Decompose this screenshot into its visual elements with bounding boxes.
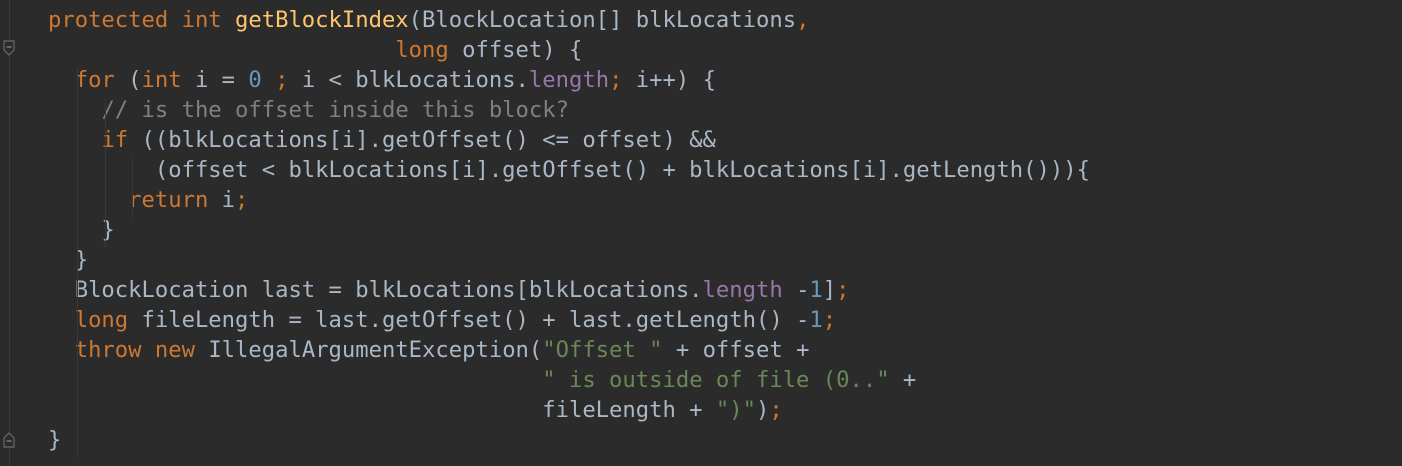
fold-end-icon[interactable]	[2, 432, 16, 448]
code-line-4: // is the offset inside this block?	[48, 95, 1090, 125]
code-token: ]	[822, 277, 837, 303]
code-line-5: if ((blkLocations[i].getOffset() <= offs…	[48, 125, 1090, 155]
code-token: -	[796, 277, 810, 303]
editor-gutter	[0, 0, 20, 466]
code-token: throw new	[74, 337, 209, 363]
code-area[interactable]: protected int getBlockIndex(BlockLocatio…	[48, 5, 1090, 455]
code-token: length	[528, 67, 610, 93]
code-token: 0	[248, 67, 276, 93]
code-token: ")"	[715, 397, 756, 423]
code-token: ;	[275, 67, 302, 93]
code-token: fileLength = last.getOffset() + last.get…	[141, 307, 810, 333]
fold-collapse-icon[interactable]	[2, 40, 16, 56]
indent-guide	[105, 98, 106, 248]
code-token: i++) {	[635, 67, 716, 93]
code-token: long	[74, 307, 142, 333]
code-token: long	[395, 37, 463, 63]
code-line-13: " is outside of file (0.." +	[48, 365, 1090, 395]
code-line-15: }	[48, 425, 1090, 455]
code-token: +	[902, 367, 917, 393]
code-line-8: }	[48, 215, 1090, 245]
code-token: if	[101, 127, 142, 153]
code-line-14: fileLength + ")");	[48, 395, 1090, 425]
code-line-7: return i;	[48, 185, 1090, 215]
code-line-6: (offset < blkLocations[i].getOffset() + …	[48, 155, 1090, 185]
code-editor[interactable]: protected int getBlockIndex(BlockLocatio…	[0, 0, 1402, 466]
code-line-1: protected int getBlockIndex(BlockLocatio…	[48, 5, 1090, 35]
code-token: fileLength +	[48, 397, 716, 423]
code-token: }	[48, 427, 62, 453]
code-line-2: long offset) {	[48, 35, 1090, 65]
code-line-11: long fileLength = last.getOffset() + las…	[48, 305, 1090, 335]
code-line-3: for (int i = 0 ; i < blkLocations.length…	[48, 65, 1090, 95]
code-line-12: throw new IllegalArgumentException("Offs…	[48, 335, 1090, 365]
code-token: ;	[822, 307, 837, 333]
code-token: (offset < blkLocations[i].getOffset() + …	[48, 157, 1090, 183]
code-token: " is outside of file (0.."	[542, 367, 903, 393]
code-token: for	[74, 67, 129, 93]
code-token: i =	[194, 67, 249, 93]
code-token: ((blkLocations[i].getOffset() <= offset)…	[141, 127, 716, 153]
code-token: )	[755, 397, 770, 423]
fold-line	[9, 0, 10, 466]
code-token: ;	[609, 67, 636, 93]
code-token: getBlockIndex	[235, 7, 409, 33]
code-token: offset) {	[462, 37, 583, 63]
code-token: + offset +	[675, 337, 810, 363]
code-token: }	[48, 247, 89, 273]
code-token: ,	[796, 7, 810, 33]
indent-guide	[77, 68, 78, 458]
code-token: int	[141, 67, 195, 93]
code-line-10: BlockLocation last = blkLocations[blkLoc…	[48, 275, 1090, 305]
code-line-9: }	[48, 245, 1090, 275]
code-token: i < blkLocations.	[301, 67, 529, 93]
code-token: ;	[235, 187, 249, 213]
code-token: 1	[809, 277, 823, 303]
code-token: (	[128, 67, 142, 93]
code-token: (BlockLocation[] blkLocations	[408, 7, 797, 33]
code-token: length	[702, 277, 797, 303]
code-token: "Offset "	[542, 337, 676, 363]
code-token: i	[221, 187, 236, 213]
code-token: 1	[809, 307, 823, 333]
code-token: ;	[769, 397, 783, 423]
code-token: return	[128, 187, 222, 213]
code-token: protected int	[48, 7, 236, 33]
code-token: IllegalArgumentException(	[208, 337, 543, 363]
code-token: // is the offset inside this block?	[101, 97, 569, 123]
code-token: ;	[836, 277, 850, 303]
code-token: BlockLocation last = blkLocations[blkLoc…	[48, 277, 703, 303]
indent-guide	[132, 158, 133, 218]
